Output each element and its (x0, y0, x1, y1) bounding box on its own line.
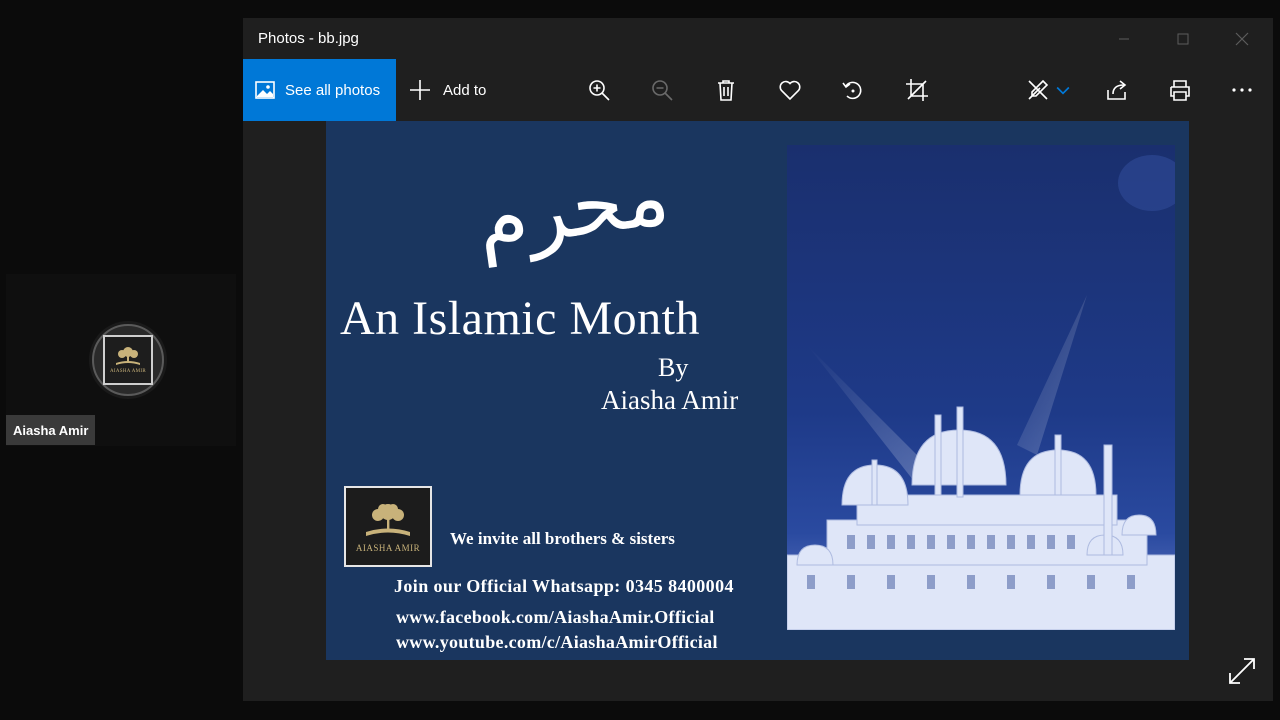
close-icon (1235, 32, 1249, 45)
more-icon[interactable] (1228, 76, 1256, 104)
minimize-button[interactable] (1095, 18, 1153, 59)
fullscreen-icon[interactable] (1227, 656, 1257, 686)
mosque-icon (787, 155, 1175, 630)
maximize-icon (1177, 33, 1189, 44)
image-viewer[interactable]: محرم An Islamic Month By Aiasha Amir AIA… (243, 121, 1273, 701)
photo-icon (255, 81, 275, 99)
see-all-photos-button[interactable]: See all photos (243, 59, 396, 121)
participant-name: Aiasha Amir (6, 415, 96, 445)
zoom-in-icon[interactable] (585, 76, 613, 104)
photos-window: Photos - bb.jpg See all photos Add to مح… (243, 18, 1273, 701)
image-youtube: www.youtube.com/c/AiashaAmirOfficial (396, 632, 718, 652)
mosque-illustration (787, 145, 1175, 630)
crop-icon[interactable] (903, 76, 931, 104)
share-icon[interactable] (1103, 76, 1131, 104)
edit-icon[interactable] (1024, 76, 1052, 104)
add-to-button[interactable]: Add to (409, 59, 486, 121)
avatar-brand-text: AIASHA AMIR (110, 369, 146, 374)
displayed-image: محرم An Islamic Month By Aiasha Amir AIA… (326, 121, 1189, 660)
add-to-label: Add to (443, 81, 487, 99)
image-invite: We invite all brothers & sisters (450, 529, 675, 548)
image-logo-text: AIASHA AMIR (355, 542, 421, 553)
see-all-photos-label: See all photos (285, 81, 381, 99)
window-title: Photos - bb.jpg (258, 30, 359, 47)
zoom-out-icon[interactable] (648, 76, 676, 104)
minimize-icon (1119, 38, 1129, 39)
close-button[interactable] (1213, 18, 1271, 59)
title-bar[interactable]: Photos - bb.jpg (243, 18, 1273, 59)
chevron-down-icon[interactable] (1053, 76, 1073, 104)
rotate-icon[interactable] (839, 76, 867, 104)
arabic-title: محرم (470, 148, 675, 269)
screen: AIASHA AMIR Aiasha Amir Photos - bb.jpg (0, 0, 1280, 720)
tree-book-icon (366, 503, 410, 536)
image-facebook: www.facebook.com/AiashaAmir.Official (396, 607, 715, 627)
delete-icon[interactable] (712, 76, 740, 104)
avatar-logo: AIASHA AMIR (103, 335, 153, 385)
participant-tile[interactable]: AIASHA AMIR Aiasha Amir (6, 274, 236, 446)
avatar: AIASHA AMIR (92, 324, 164, 396)
maximize-button[interactable] (1154, 18, 1212, 59)
image-headline: An Islamic Month (340, 292, 700, 345)
toolbar: See all photos Add to (243, 59, 1273, 121)
image-author: Aiasha Amir (601, 385, 739, 415)
print-icon[interactable] (1166, 76, 1194, 104)
tree-icon (116, 347, 140, 365)
image-by: By (658, 353, 689, 382)
plus-icon (410, 80, 430, 100)
favorite-icon[interactable] (776, 76, 804, 104)
image-logo: AIASHA AMIR (344, 486, 432, 567)
image-whatsapp: Join our Official Whatsapp: 0345 8400004 (394, 576, 734, 596)
